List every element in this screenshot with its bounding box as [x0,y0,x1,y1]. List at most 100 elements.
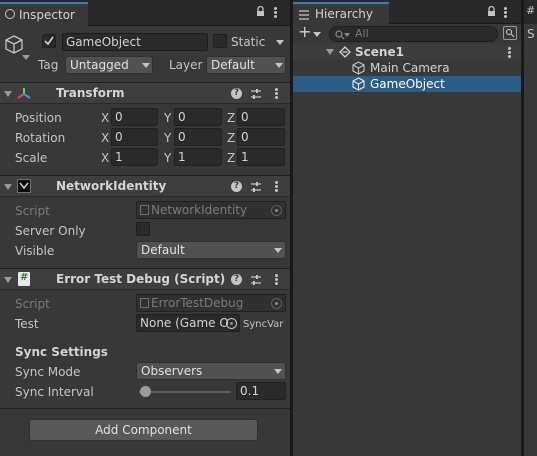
hierarchy-tab-label: Hierarchy [315,7,374,21]
rotation-x-field[interactable]: 0 [111,128,158,146]
error-test-title: Error Test Debug (Script) [56,272,226,286]
sync-mode-dropdown[interactable]: Observers [136,362,286,380]
tag-dropdown[interactable]: Untagged [65,56,153,74]
object-name-field[interactable]: GameObject [62,33,208,51]
create-dropdown-arrow[interactable] [313,32,321,37]
et-script-field: ErrorTestDebug [136,294,286,312]
error-test-header[interactable]: # Error Test Debug (Script) ? [0,268,290,290]
ni-script-field: NetworkIdentity [136,201,286,219]
foldout-arrow-icon[interactable] [4,184,12,190]
component-menu-icon[interactable] [275,274,278,285]
position-label: Position [15,111,62,125]
sync-mode-label: Sync Mode [15,365,81,379]
network-identity-title: NetworkIdentity [56,179,167,193]
hierarchy-panel: Hierarchy + All Scene1 Main Camera GameO… [293,0,521,456]
rotation-y-field[interactable]: 0 [174,128,222,146]
create-add-button[interactable]: + [298,24,311,40]
sync-interval-slider-thumb[interactable] [140,386,151,397]
scale-label: Scale [15,151,48,165]
scene-foldout-arrow-icon[interactable] [326,49,334,55]
rotation-y-axis[interactable]: Y [164,131,171,145]
object-picker-icon[interactable] [226,318,237,329]
chevron-down-icon [274,248,282,253]
rotation-z-field[interactable]: 0 [237,128,285,146]
network-identity-header[interactable]: NetworkIdentity ? [0,175,290,197]
sync-interval-slider-track[interactable] [139,391,231,393]
foldout-arrow-icon[interactable] [4,277,12,283]
lock-icon[interactable] [256,5,265,16]
transform-title: Transform [56,86,125,100]
preset-icon[interactable] [250,88,262,103]
gameobject-cube-icon [4,34,24,59]
hierarchy-item-main-camera[interactable]: Main Camera [293,60,521,76]
sync-interval-label: Sync Interval [15,385,94,399]
scene-panel: # S [524,0,537,456]
et-script-label: Script [15,297,50,311]
hierarchy-item-label: Main Camera [370,61,450,75]
visible-dropdown[interactable]: Default [136,241,286,259]
component-menu-icon[interactable] [275,88,278,99]
search-placeholder: All [355,27,369,40]
position-z-axis[interactable]: Z [227,111,235,125]
inspector-divider [0,408,290,409]
sync-interval-field[interactable]: 0.1 [236,382,286,400]
syncvar-label: SyncVar [243,319,284,330]
transform-header[interactable]: Transform ? [0,82,290,104]
foldout-arrow-icon[interactable] [4,91,12,97]
scene-search-icon[interactable] [503,26,517,40]
scene-row[interactable]: Scene1 [293,44,521,60]
scene-tab-partial-label: S [527,27,535,41]
object-picker-icon [271,205,282,216]
rotation-z-axis[interactable]: Z [227,131,235,145]
scale-z-axis[interactable]: Z [227,151,235,165]
rotation-x-axis[interactable]: X [101,131,109,145]
unity-scene-icon [339,46,351,61]
add-component-button[interactable]: Add Component [29,419,258,441]
hierarchy-item-gameobject[interactable]: GameObject [293,76,521,92]
scale-x-field[interactable]: 1 [111,148,158,166]
hierarchy-tab[interactable]: Hierarchy [293,2,389,24]
lock-icon[interactable] [487,5,496,20]
preset-icon[interactable] [250,274,262,289]
scale-z-field[interactable]: 1 [237,148,285,166]
position-x-axis[interactable]: X [101,111,109,125]
hierarchy-menu-icon[interactable] [504,7,507,18]
hierarchy-search-input[interactable]: All [329,26,498,42]
active-toggle-checkbox[interactable] [42,34,56,48]
scene-menu-icon[interactable] [508,47,511,58]
visible-label: Visible [15,244,55,258]
chevron-down-icon [142,63,150,68]
sync-mode-value: Observers [141,364,203,378]
layer-dropdown[interactable]: Default [206,56,286,74]
scale-y-axis[interactable]: Y [164,151,171,165]
inspector-tab-icon [5,9,15,19]
icon-dropdown-arrow[interactable] [22,55,30,60]
transform-icon [16,86,32,105]
scene-tab-hash-icon[interactable]: # [526,4,535,18]
inspector-menu-icon[interactable] [274,7,277,18]
help-icon[interactable]: ? [231,88,242,99]
chevron-down-icon [275,63,283,68]
server-only-checkbox[interactable] [136,222,150,236]
inspector-tab[interactable]: Inspector [0,2,88,26]
script-file-icon [140,205,149,215]
scale-x-axis[interactable]: X [101,151,109,165]
tag-label: Tag [38,58,59,72]
static-checkbox[interactable] [213,34,227,48]
test-object-field[interactable]: None (Game O [136,314,240,332]
script-file-icon [140,298,149,308]
preset-icon[interactable] [250,181,262,196]
inspector-tab-label: Inspector [19,8,75,22]
position-y-field[interactable]: 0 [174,108,222,126]
gameobject-cube-icon [352,77,365,94]
scale-y-field[interactable]: 1 [174,148,222,166]
static-label: Static [231,35,266,49]
help-icon[interactable]: ? [231,181,242,192]
static-dropdown-arrow[interactable] [276,40,284,45]
position-y-axis[interactable]: Y [164,111,171,125]
position-x-field[interactable]: 0 [111,108,158,126]
chevron-down-icon [274,369,282,374]
component-menu-icon[interactable] [275,181,278,192]
help-icon[interactable]: ? [231,274,242,285]
position-z-field[interactable]: 0 [237,108,285,126]
